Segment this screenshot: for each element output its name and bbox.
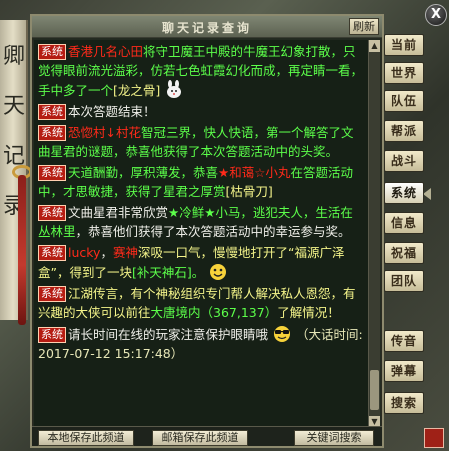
list-item: 系统 本次答题结束！ xyxy=(38,102,365,121)
tab-whisper[interactable]: 传音 xyxy=(384,330,424,352)
bottom-button-bar: 本地保存此频道 邮箱保存此频道 关键词搜索 xyxy=(32,426,382,446)
item-link[interactable]: [龙之骨] xyxy=(113,83,160,98)
player-name[interactable]: 赛神 xyxy=(113,245,138,260)
tab-world[interactable]: 世界 xyxy=(384,62,424,84)
tab-info[interactable]: 信息 xyxy=(384,212,424,234)
red-tassel-icon xyxy=(18,175,26,325)
keyword-search-button[interactable]: 关键词搜索 xyxy=(294,430,374,446)
smiley-emote-icon xyxy=(210,264,227,280)
window-title: 聊天记录查询 xyxy=(161,21,252,35)
system-tag: 系统 xyxy=(38,327,66,343)
player-name[interactable]: 香港几名心田 xyxy=(68,44,143,59)
save-channel-local-button[interactable]: 本地保存此频道 xyxy=(38,430,134,446)
player-name[interactable]: ★和蔼☆小丸 xyxy=(218,165,290,180)
banner-char: 卿 xyxy=(2,44,25,69)
sunglasses-emote-icon xyxy=(274,326,290,342)
tab-search[interactable]: 搜索 xyxy=(384,392,424,414)
message-text: 请长时间在线的玩家注意保护眼睛哦 xyxy=(68,327,269,342)
list-item: 系统 请长时间在线的玩家注意保护眼睛哦 （大话时间: 2017-07-12 15:… xyxy=(38,324,365,363)
message-text: 本次答题结束！ xyxy=(68,104,156,119)
tab-danmaku[interactable]: 弹幕 xyxy=(384,360,424,382)
player-name[interactable]: lucky xyxy=(68,245,100,260)
rabbit-emote-icon xyxy=(167,80,182,98)
banner-char: 天 xyxy=(2,94,25,119)
system-tag: 系统 xyxy=(38,205,66,221)
title-bar: 聊天记录查询 刷新 xyxy=(32,16,382,38)
system-tag: 系统 xyxy=(38,245,66,261)
chat-history-window: 聊天记录查询 刷新 系统 香港几名心田将守卫魔王中殿的牛魔王幻象打散，只觉得眼前流… xyxy=(30,14,384,448)
tab-current[interactable]: 当前 xyxy=(384,34,424,56)
vertical-scrollbar[interactable]: ▲ ▼ xyxy=(368,40,380,428)
message-text: 了解情况！ xyxy=(277,305,340,320)
message-text: 天道酬勤，厚积薄发，恭喜 xyxy=(68,165,219,180)
item-link[interactable]: [补天神石]。 xyxy=(132,265,204,280)
message-list[interactable]: 系统 香港几名心田将守卫魔王中殿的牛魔王幻象打散，只觉得眼前流光溢彩，仿若七色虹霞… xyxy=(34,40,368,428)
refresh-button[interactable]: 刷新 xyxy=(349,18,379,35)
system-tag: 系统 xyxy=(38,165,66,181)
list-item: 系统 天道酬勤，厚积薄发，恭喜★和蔼☆小丸在答题活动中，才思敏捷，获得了星君之厚赏… xyxy=(38,163,365,201)
scroll-thumb[interactable] xyxy=(370,370,379,410)
list-item: 系统 香港几名心田将守卫魔王中殿的牛魔王幻象打散，只觉得眼前流光溢彩，仿若七色虹霞… xyxy=(38,42,365,100)
active-pointer-icon xyxy=(423,188,431,200)
tab-guild[interactable]: 帮派 xyxy=(384,120,424,142)
list-item: 系统 文曲星君非常欣赏★冷鲜★小马，逃犯夫人，生活在丛林里，恭喜他们获得了本次答题… xyxy=(38,203,365,241)
tab-battle[interactable]: 战斗 xyxy=(384,150,424,172)
tab-group[interactable]: 团队 xyxy=(384,270,424,292)
system-tag: 系统 xyxy=(38,44,66,60)
system-tag: 系统 xyxy=(38,286,66,302)
tab-system[interactable]: 系统 xyxy=(384,182,424,204)
scroll-up-icon[interactable]: ▲ xyxy=(369,40,380,52)
message-text: ，恭喜他们获得了本次答题活动中的幸运参与奖。 xyxy=(75,224,351,239)
location-link[interactable]: 大唐境内（367,137） xyxy=(151,305,278,320)
message-text: 文曲星君非常欣赏 xyxy=(68,205,169,220)
system-tag: 系统 xyxy=(38,125,66,141)
close-button[interactable]: X xyxy=(425,4,447,26)
list-item: 系统 江湖传言，有个神秘组织专门帮人解决私人恩怨，有兴趣的大侠可以前往大唐境内（3… xyxy=(38,284,365,322)
item-link[interactable]: [枯骨刀] xyxy=(226,184,273,199)
list-item: 系统 lucky，赛神深吸一口气，慢慢地打开了“福源广泽盒”，得到了一块[补天神石… xyxy=(38,245,345,280)
system-tag: 系统 xyxy=(38,104,66,120)
seal-stamp-icon xyxy=(424,428,444,448)
tab-team[interactable]: 队伍 xyxy=(384,90,424,112)
player-name[interactable]: 恐惚村↓村花 xyxy=(68,125,141,140)
save-channel-mail-button[interactable]: 邮箱保存此频道 xyxy=(152,430,248,446)
list-item: 系统 恐惚村↓村花智冠三界，快人快语，第一个解答了文曲星君的谜题，恭喜他获得了本次… xyxy=(38,123,365,161)
tab-blessing[interactable]: 祝福 xyxy=(384,242,424,264)
